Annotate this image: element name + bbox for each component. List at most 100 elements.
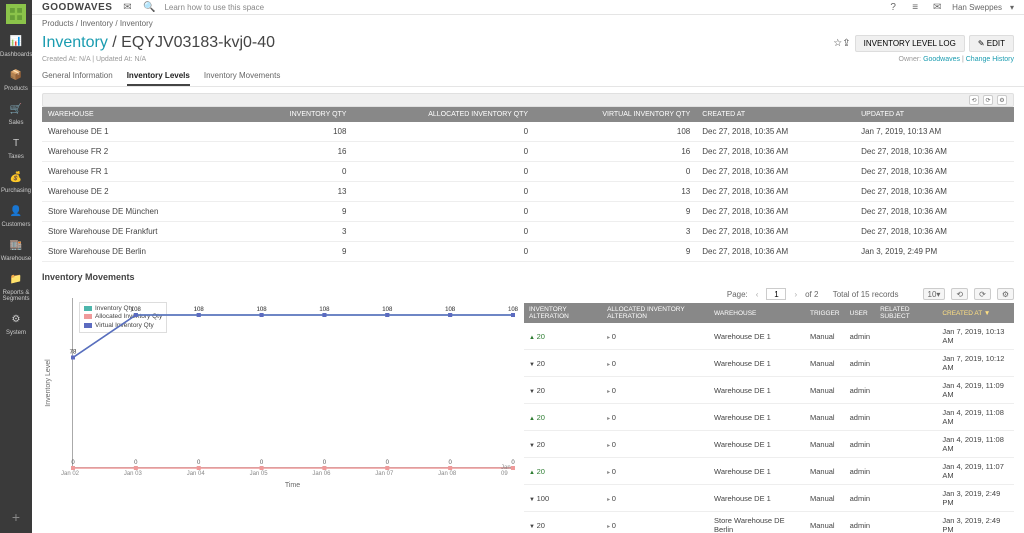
table-row[interactable]: 1000Warehouse DE 1ManualadminJan 3, 2019…	[524, 485, 1014, 512]
levels-col-3[interactable]: VIRTUAL INVENTORY QTY	[534, 107, 696, 122]
help-icon[interactable]: ?	[886, 0, 900, 14]
box-icon: 📦	[9, 70, 23, 84]
tab-inventory-movements[interactable]: Inventory Movements	[204, 67, 280, 86]
per-page-select[interactable]: 10 ▾	[923, 288, 946, 300]
crumb-0[interactable]: Products	[42, 19, 74, 28]
sidebar-add-button[interactable]: +	[12, 509, 20, 525]
moves-col-3[interactable]: TRIGGER	[805, 303, 845, 323]
table-row[interactable]: Warehouse DE 11080108Dec 27, 2018, 10:35…	[42, 122, 1014, 142]
table-row[interactable]: 200Warehouse DE 1ManualadminJan 4, 2019,…	[524, 458, 1014, 485]
page-tabs: General Information Inventory Levels Inv…	[32, 67, 1024, 87]
movements-reset-icon[interactable]: ⟲	[951, 288, 968, 300]
svg-text:108: 108	[131, 307, 142, 313]
levels-refresh-icon[interactable]: ⟳	[983, 95, 993, 105]
inventory-chart-panel: Inventory QtyAllocated Inventory QtyVirt…	[42, 288, 512, 533]
change-history-link[interactable]: Change History	[966, 56, 1014, 63]
svg-text:108: 108	[382, 307, 393, 313]
levels-col-5[interactable]: UPDATED AT	[855, 107, 1014, 122]
table-row[interactable]: Warehouse DE 213013Dec 27, 2018, 10:36 A…	[42, 182, 1014, 202]
moves-col-2[interactable]: WAREHOUSE	[709, 303, 805, 323]
tab-inventory-levels[interactable]: Inventory Levels	[127, 67, 190, 86]
sidebar-item-customers[interactable]: 👤Customers	[0, 200, 32, 234]
svg-text:108: 108	[194, 307, 205, 313]
page-header: Inventory / EQYJV03183-kvj0-40 ☆ ⇪ INVEN…	[32, 32, 1024, 56]
movements-heading: Inventory Movements	[42, 272, 1014, 282]
svg-text:0: 0	[260, 460, 264, 466]
cart-icon: 🛒	[9, 104, 23, 118]
levels-reset-icon[interactable]: ⟲	[969, 95, 979, 105]
share-icon[interactable]: ⇪	[842, 38, 850, 49]
page-prev-icon[interactable]: ‹	[754, 290, 761, 299]
moves-col-0[interactable]: INVENTORY ALTERATION	[524, 303, 602, 323]
table-row[interactable]: 200Warehouse DE 1ManualadminJan 7, 2019,…	[524, 323, 1014, 350]
wh-icon: 🏬	[9, 240, 23, 254]
edit-button[interactable]: ✎ EDIT	[969, 35, 1014, 52]
inventory-levels-table: WAREHOUSEINVENTORY QTYALLOCATED INVENTOR…	[42, 107, 1014, 262]
table-row[interactable]: Warehouse FR 1000Dec 27, 2018, 10:36 AMD…	[42, 162, 1014, 182]
favorite-icon[interactable]: ☆	[833, 38, 842, 49]
table-row[interactable]: 200Store Warehouse DE BerlinManualadminJ…	[524, 512, 1014, 533]
sidebar-item-reports-segments[interactable]: 📁Reports & Segments	[0, 268, 32, 308]
inventory-level-log-button[interactable]: INVENTORY LEVEL LOG	[855, 35, 965, 52]
chart-xlabel: Time	[285, 482, 300, 489]
moves-col-4[interactable]: USER	[845, 303, 875, 323]
svg-text:108: 108	[508, 307, 519, 313]
moves-col-6[interactable]: CREATED AT ▼	[937, 303, 1014, 323]
table-row[interactable]: Warehouse FR 216016Dec 27, 2018, 10:36 A…	[42, 142, 1014, 162]
sidebar-item-products[interactable]: 📦Products	[0, 64, 32, 98]
sidebar-item-system[interactable]: ⚙System	[0, 308, 32, 342]
levels-settings-icon[interactable]: ⚙	[997, 95, 1007, 105]
svg-text:0: 0	[134, 460, 138, 466]
moves-col-1[interactable]: ALLOCATED INVENTORY ALTERATION	[602, 303, 709, 323]
app-logo[interactable]	[6, 4, 26, 24]
coin-icon: 💰	[9, 172, 23, 186]
table-row[interactable]: Store Warehouse DE Berlin909Dec 27, 2018…	[42, 242, 1014, 262]
svg-text:0: 0	[323, 460, 327, 466]
tab-general-information[interactable]: General Information	[42, 67, 113, 86]
table-row[interactable]: 200Warehouse DE 1ManualadminJan 4, 2019,…	[524, 431, 1014, 458]
page-title: Inventory / EQYJV03183-kvj0-40	[42, 34, 275, 52]
sidebar-item-purchasing[interactable]: 💰Purchasing	[0, 166, 32, 200]
levels-col-4[interactable]: CREATED AT	[696, 107, 855, 122]
sidebar-item-sales[interactable]: 🛒Sales	[0, 98, 32, 132]
inbox-icon[interactable]: ✉	[120, 0, 134, 14]
table-row[interactable]: 200Warehouse DE 1ManualadminJan 4, 2019,…	[524, 404, 1014, 431]
svg-text:78: 78	[70, 350, 77, 356]
owner-link[interactable]: Goodwaves	[923, 56, 960, 63]
sidebar-item-dashboards[interactable]: 📊Dashboards	[0, 30, 32, 64]
levels-col-1[interactable]: INVENTORY QTY	[241, 107, 353, 122]
page-input[interactable]	[766, 288, 786, 300]
table-row[interactable]: Store Warehouse DE München909Dec 27, 201…	[42, 202, 1014, 222]
svg-text:108: 108	[445, 307, 456, 313]
movements-settings-icon[interactable]: ⚙	[997, 288, 1014, 300]
sidebar-item-warehouse[interactable]: 🏬Warehouse	[0, 234, 32, 268]
table-row[interactable]: 200Warehouse DE 1ManualadminJan 4, 2019,…	[524, 377, 1014, 404]
sidebar-item-taxes[interactable]: TTaxes	[0, 132, 32, 166]
crumb-1[interactable]: Inventory	[80, 19, 113, 28]
movements-toolbar: Page: ‹ › of 2 Total of 15 records 10 ▾ …	[524, 288, 1014, 300]
svg-text:0: 0	[197, 460, 201, 466]
mail-icon[interactable]: ✉	[930, 0, 944, 14]
inventory-movements-table: INVENTORY ALTERATIONALLOCATED INVENTORY …	[524, 303, 1014, 533]
search-icon[interactable]: 🔍	[142, 0, 156, 14]
page-next-icon[interactable]: ›	[792, 290, 799, 299]
svg-text:108: 108	[319, 307, 330, 313]
levels-toolbar: ⟲ ⟳ ⚙	[42, 93, 1014, 107]
top-bar: GOODWAVES ✉ 🔍 Learn how to use this spac…	[32, 0, 1024, 15]
levels-col-2[interactable]: ALLOCATED INVENTORY QTY	[352, 107, 534, 122]
table-row[interactable]: Store Warehouse DE Frankfurt303Dec 27, 2…	[42, 222, 1014, 242]
menu-icon[interactable]: ≡	[908, 0, 922, 14]
user-menu[interactable]: Han Sweppes	[952, 3, 1002, 12]
tax-icon: T	[9, 138, 23, 152]
search-hint[interactable]: Learn how to use this space	[164, 3, 264, 12]
page-title-prefix[interactable]: Inventory	[42, 34, 108, 51]
moves-col-5[interactable]: RELATED SUBJECT	[875, 303, 937, 323]
movements-refresh-icon[interactable]: ⟳	[974, 288, 991, 300]
person-icon: 👤	[9, 206, 23, 220]
svg-text:0: 0	[71, 460, 75, 466]
gear-icon: ⚙	[9, 314, 23, 328]
user-menu-caret[interactable]: ▾	[1010, 3, 1014, 12]
levels-col-0[interactable]: WAREHOUSE	[42, 107, 241, 122]
svg-text:0: 0	[448, 460, 452, 466]
table-row[interactable]: 200Warehouse DE 1ManualadminJan 7, 2019,…	[524, 350, 1014, 377]
